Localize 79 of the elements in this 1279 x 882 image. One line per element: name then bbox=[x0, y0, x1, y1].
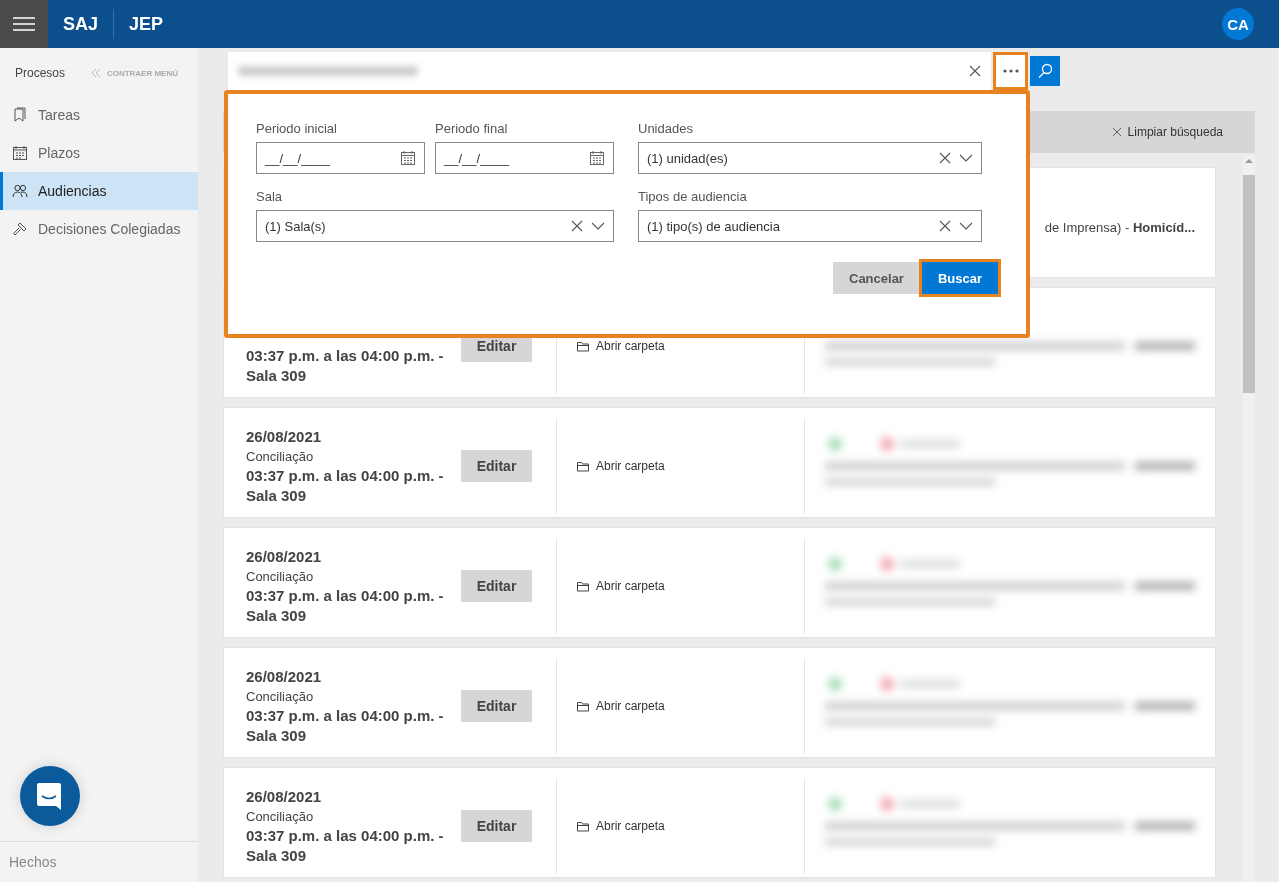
search-button[interactable] bbox=[1030, 56, 1060, 86]
edit-button[interactable]: Editar bbox=[461, 570, 532, 602]
search-field[interactable] bbox=[228, 52, 991, 90]
clear-search-button[interactable]: Limpiar búsqueda bbox=[1105, 124, 1229, 140]
gavel-icon bbox=[12, 221, 28, 237]
more-options-button[interactable] bbox=[993, 52, 1028, 90]
calendar-icon[interactable] bbox=[400, 150, 416, 166]
clear-icon[interactable] bbox=[1111, 127, 1122, 137]
clear-icon[interactable] bbox=[939, 152, 951, 164]
hearing-room: Sala 309 bbox=[246, 725, 308, 746]
clear-icon[interactable] bbox=[939, 220, 951, 232]
hearing-type: Conciliação bbox=[246, 807, 315, 826]
open-folder-link[interactable]: Abrir carpeta bbox=[577, 819, 665, 833]
edit-button[interactable]: Editar bbox=[461, 810, 532, 842]
search-submit-button[interactable]: Buscar bbox=[921, 262, 998, 294]
folder-icon bbox=[577, 460, 590, 472]
folder-icon bbox=[577, 340, 590, 352]
folder-icon bbox=[577, 580, 590, 592]
sidebar-item[interactable]: Audiencias bbox=[0, 172, 198, 210]
hearing-date: 26/08/2021 bbox=[246, 786, 323, 807]
ellipsis-icon bbox=[1002, 69, 1019, 73]
sidebar-item[interactable]: Tareas bbox=[0, 96, 198, 134]
caret-icon[interactable] bbox=[959, 222, 973, 230]
select-field[interactable]: (1) unidad(es) bbox=[638, 142, 982, 174]
hearing-room: Sala 309 bbox=[246, 605, 308, 626]
select-field[interactable]: (1) Sala(s) bbox=[256, 210, 614, 242]
date-field[interactable]: __/__/____ bbox=[435, 142, 614, 174]
hearing-time: 03:37 p.m. a las 04:00 p.m. - bbox=[246, 465, 445, 486]
hearing-type: Conciliação bbox=[246, 687, 315, 706]
hearing-time: 03:37 p.m. a las 04:00 p.m. - bbox=[246, 705, 445, 726]
search-icon bbox=[1037, 63, 1053, 79]
select-field[interactable]: (1) tipo(s) de audiencia bbox=[638, 210, 982, 242]
user-avatar[interactable]: CA bbox=[1222, 8, 1254, 40]
field-label: Periodo inicial bbox=[256, 120, 338, 138]
chat-icon bbox=[36, 782, 64, 810]
hearing-date: 26/08/2021 bbox=[246, 666, 323, 687]
edit-button[interactable]: Editar bbox=[461, 450, 532, 482]
brand-name: SAJ bbox=[62, 13, 99, 35]
hearing-date: 26/08/2021 bbox=[246, 546, 323, 567]
hearing-type: Conciliação bbox=[246, 567, 315, 586]
folder-icon bbox=[577, 700, 590, 712]
module-name: JEP bbox=[128, 13, 165, 35]
calendar-icon bbox=[12, 145, 28, 161]
scrollbar[interactable] bbox=[1243, 155, 1255, 882]
section-title: Procesos bbox=[15, 66, 66, 80]
hearing-time: 03:37 p.m. a las 04:00 p.m. - bbox=[246, 346, 445, 366]
sidebar-item[interactable]: Plazos bbox=[0, 134, 198, 172]
chevrons-icon bbox=[90, 68, 101, 78]
open-folder-link[interactable]: Abrir carpeta bbox=[577, 339, 665, 353]
field-label: Unidades bbox=[638, 120, 694, 138]
bookmark-icon bbox=[12, 107, 28, 123]
hearing-time: 03:37 p.m. a las 04:00 p.m. - bbox=[246, 585, 445, 606]
folder-icon bbox=[577, 820, 590, 832]
open-folder-link[interactable]: Abrir carpeta bbox=[577, 579, 665, 593]
hearing-date: 26/08/2021 bbox=[246, 426, 323, 447]
hearing-time: 03:37 p.m. a las 04:00 p.m. - bbox=[246, 825, 445, 846]
open-folder-link[interactable]: Abrir carpeta bbox=[577, 459, 665, 473]
field-label: Tipos de audiencia bbox=[638, 188, 748, 206]
edit-button[interactable]: Editar bbox=[461, 690, 532, 722]
sidebar-item[interactable]: Decisiones Colegiadas bbox=[0, 210, 198, 248]
hearing-description: de Imprensa) - Homicíd... bbox=[1044, 220, 1195, 235]
menu-button[interactable] bbox=[0, 0, 48, 48]
field-label: Periodo final bbox=[435, 120, 509, 138]
hearing-type: Conciliação bbox=[246, 447, 315, 466]
menu-icon bbox=[13, 17, 35, 31]
open-folder-link[interactable]: Abrir carpeta bbox=[577, 699, 665, 713]
hearing-room: Sala 309 bbox=[246, 485, 308, 506]
field-label: Sala bbox=[256, 188, 284, 206]
people-icon bbox=[12, 183, 28, 199]
hearing-room: Sala 309 bbox=[246, 366, 308, 386]
clear-search-icon[interactable] bbox=[969, 65, 981, 77]
hearing-room: Sala 309 bbox=[246, 845, 308, 866]
calendar-icon[interactable] bbox=[589, 150, 605, 166]
chat-button[interactable] bbox=[20, 766, 80, 826]
clear-icon[interactable] bbox=[571, 220, 583, 232]
date-field[interactable]: __/__/____ bbox=[256, 142, 425, 174]
cancel-button[interactable]: Cancelar bbox=[833, 262, 920, 294]
caret-icon[interactable] bbox=[591, 222, 605, 230]
caret-icon[interactable] bbox=[959, 154, 973, 162]
